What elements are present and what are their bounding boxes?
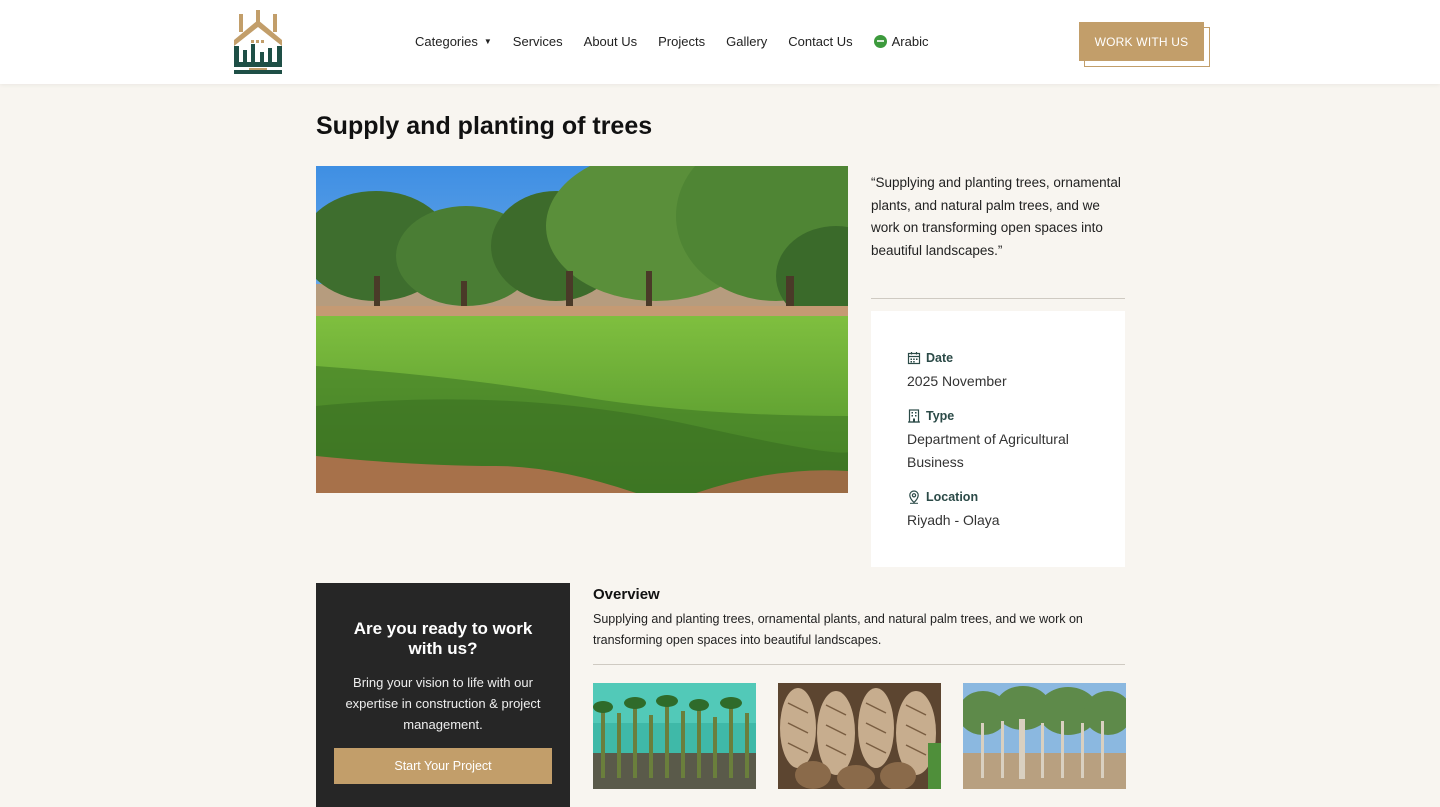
map-pin-icon	[909, 489, 919, 504]
location-value: Riyadh - Olaya	[907, 511, 1000, 528]
nav-item-projects[interactable]: Projects	[658, 34, 705, 49]
building-icon	[908, 408, 920, 423]
saudi-flag-icon	[873, 34, 887, 48]
site-header: Categories ▼ Services About Us Projects …	[0, 0, 1440, 84]
overview-text: Supplying and planting trees, ornamental…	[593, 612, 1083, 647]
date-label: Date	[907, 349, 1125, 367]
cta-panel: Are you ready to work with us? Bring you…	[316, 583, 570, 807]
company-logo[interactable]	[231, 10, 285, 76]
language-label: Arabic	[891, 33, 929, 49]
cta-panel-text: Bring your vision to life with our exper…	[345, 675, 541, 732]
gallery-thumbnail-palm-nursery[interactable]	[593, 683, 756, 789]
type-label: Type	[907, 407, 1125, 425]
gallery-thumbnail-palm-trunks[interactable]	[778, 683, 941, 789]
divider	[871, 298, 1125, 299]
work-with-us-wrapper: WORK WITH US	[1079, 22, 1210, 67]
language-switcher[interactable]: Arabic	[873, 33, 929, 49]
date-label-text: Date	[926, 351, 954, 365]
nav-item-label: Categories	[415, 33, 478, 49]
date-value: 2025 November	[907, 373, 1007, 389]
caret-down-icon: ▼	[483, 36, 492, 46]
nav-item-about-us[interactable]: About Us	[584, 34, 637, 49]
page-title: Supply and planting of trees	[316, 112, 653, 140]
gallery-thumbnail-tree-saplings[interactable]	[963, 683, 1126, 789]
calendar-icon	[907, 352, 921, 365]
divider	[593, 664, 1125, 665]
main-nav: Categories ▼ Services About Us Projects …	[415, 30, 949, 52]
project-hero-image	[316, 166, 848, 493]
cta-panel-title: Are you ready to work with us?	[353, 619, 533, 658]
nav-item-contact-us[interactable]: Contact Us	[788, 34, 852, 49]
project-quote: “Supplying and planting trees, ornamenta…	[871, 175, 1121, 258]
location-label: Location	[907, 488, 1125, 506]
start-your-project-button[interactable]: Start Your Project	[334, 748, 552, 784]
location-label-text: Location	[926, 489, 979, 504]
overview-title: Overview	[593, 586, 660, 603]
project-info-card: Date 2025 November Type Department of Ag…	[871, 311, 1125, 567]
nav-item-services[interactable]: Services	[513, 34, 563, 49]
type-value: Department of Agricultural Business	[907, 430, 1069, 471]
nav-item-categories[interactable]: Categories ▼	[415, 34, 492, 49]
nav-item-gallery[interactable]: Gallery	[726, 34, 767, 49]
type-label-text: Type	[926, 408, 955, 423]
work-with-us-button[interactable]: WORK WITH US	[1079, 22, 1204, 61]
